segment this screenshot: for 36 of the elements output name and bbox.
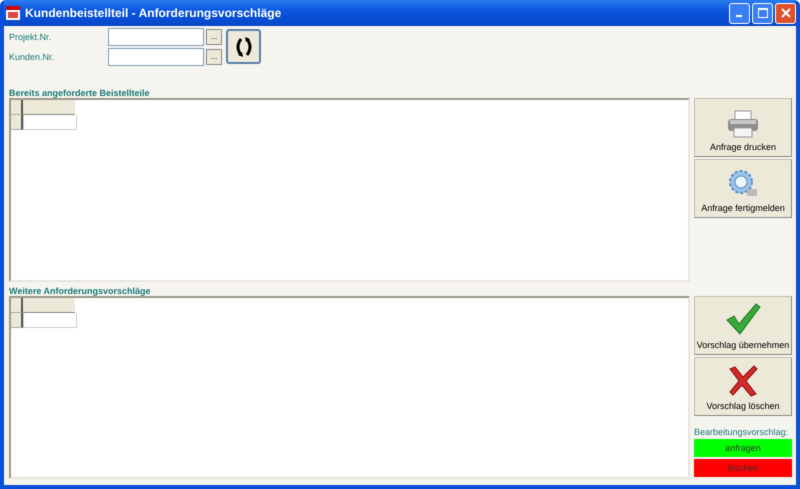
- action-button[interactable]: Vorschlag übernehmen: [694, 296, 792, 354]
- cross-icon: [728, 364, 758, 396]
- browse-button[interactable]: ...: [206, 29, 222, 45]
- printer-icon: [727, 110, 759, 138]
- row-header-cell: [11, 100, 23, 115]
- minimize-button[interactable]: [729, 2, 750, 24]
- section-title: Weitere Anforderungsvorschläge: [9, 286, 152, 296]
- input-field[interactable]: [108, 48, 204, 66]
- action-button[interactable]: Anfrage drucken: [694, 98, 792, 157]
- app-icon: [6, 6, 20, 20]
- action-button[interactable]: Anfrage fertigmelden: [694, 159, 792, 218]
- checkmark-icon: [725, 302, 761, 336]
- legend-item: löschen: [694, 458, 792, 476]
- refresh-icon: [234, 36, 254, 58]
- window-title: Kundenbeistellteil - Anforderungsvorschläge: [25, 6, 282, 20]
- maximize-icon: [758, 8, 768, 18]
- maximize-button[interactable]: [752, 2, 773, 24]
- close-button[interactable]: [775, 2, 796, 24]
- table-cell: [23, 115, 77, 130]
- column-header: [23, 100, 75, 115]
- refresh-button[interactable]: [226, 29, 261, 64]
- column-header: [23, 298, 75, 312]
- action-button[interactable]: Vorschlag löschen: [694, 356, 792, 416]
- browse-button[interactable]: ...: [206, 49, 222, 65]
- row-selector[interactable]: [11, 312, 23, 328]
- section-title: Bereits angeforderte Beistellteile: [9, 88, 151, 98]
- row-selector[interactable]: [11, 115, 23, 130]
- input-field[interactable]: [108, 28, 204, 46]
- field-label: Kunden.Nr.: [9, 52, 56, 62]
- table-cell: [23, 312, 77, 328]
- gear-icon: [727, 169, 759, 199]
- legend-title: Bearbeitungsvorschlag:: [694, 426, 790, 436]
- legend-item: anfragen: [694, 438, 792, 456]
- close-icon: [780, 8, 790, 18]
- field-label: Projekt.Nr.: [9, 32, 52, 42]
- row-header-cell: [11, 298, 23, 312]
